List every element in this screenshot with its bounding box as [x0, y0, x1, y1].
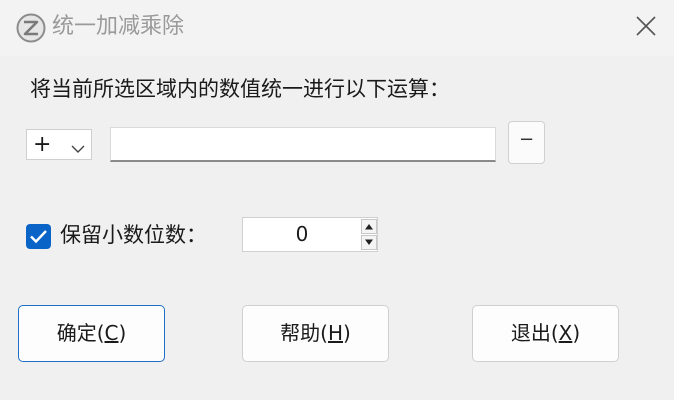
- keep-decimals-checkbox[interactable]: [26, 224, 51, 249]
- checkmark-icon: [30, 230, 47, 244]
- exit-label-end: ): [572, 321, 581, 345]
- spin-up-button[interactable]: [361, 219, 377, 234]
- ok-button[interactable]: 确定(C): [18, 305, 165, 362]
- window-title: 统一加减乘除: [52, 14, 185, 39]
- chevron-down-icon: [71, 139, 85, 153]
- instruction-text: 将当前所选区域内的数值统一进行以下运算：: [30, 77, 450, 101]
- operator-selected-value: +: [33, 132, 52, 157]
- decimal-places-spinner[interactable]: 0: [242, 217, 378, 252]
- help-button[interactable]: 帮助(H): [242, 305, 389, 362]
- minus-button[interactable]: −: [508, 121, 545, 164]
- exit-button[interactable]: 退出(X): [472, 305, 619, 362]
- spin-down-button[interactable]: [361, 235, 377, 250]
- operator-select[interactable]: +: [26, 129, 92, 160]
- app-logo-icon: [16, 13, 46, 43]
- decimal-places-value: 0: [295, 222, 309, 246]
- exit-mnemonic: X: [558, 321, 573, 345]
- triangle-down-icon: [365, 239, 373, 245]
- title-bar: 统一加减乘除: [0, 0, 674, 56]
- ok-label-end: ): [118, 321, 127, 345]
- help-mnemonic: H: [327, 321, 344, 345]
- help-label-end: ): [343, 321, 351, 345]
- triangle-up-icon: [365, 224, 373, 230]
- help-label: 帮助(: [280, 321, 328, 345]
- ok-mnemonic: C: [104, 321, 119, 345]
- ok-label: 确定(: [56, 321, 105, 345]
- keep-decimals-label: 保留小数位数：: [60, 223, 207, 247]
- close-icon: [635, 15, 657, 41]
- exit-label: 退出(: [510, 321, 559, 345]
- operand-input[interactable]: [110, 127, 496, 162]
- close-button[interactable]: [618, 0, 674, 56]
